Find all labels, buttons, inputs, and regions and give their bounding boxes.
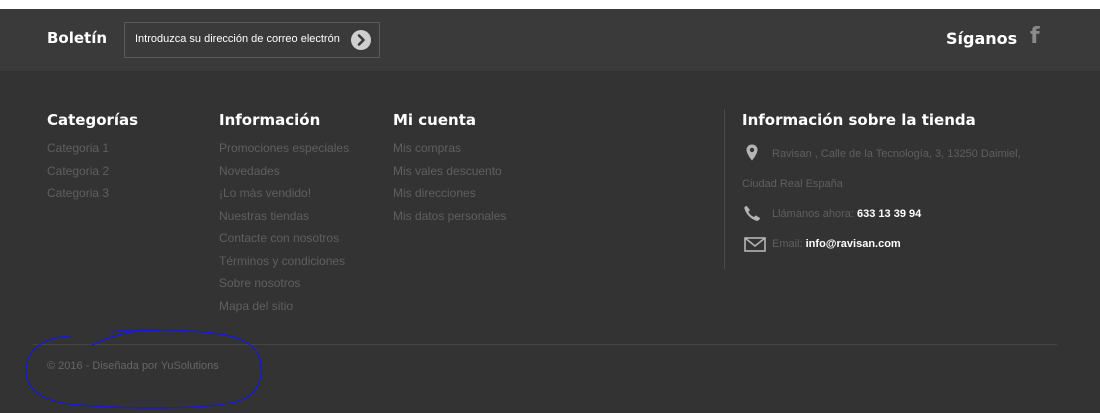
footer-link-categoria-3[interactable]: Categoria 3	[47, 182, 138, 205]
facebook-icon[interactable]: f	[1030, 25, 1040, 49]
information-column: Información Promociones especiales Noved…	[219, 111, 349, 317]
chevron-right-circle-icon	[357, 34, 365, 46]
top-strip	[0, 0, 1100, 9]
categories-column: Categorías Categoria 1 Categoria 2 Categ…	[47, 111, 138, 205]
footer-link-mas-vendido[interactable]: ¡Lo más vendido!	[219, 182, 349, 205]
footer-link-categoria-1[interactable]: Categoria 1	[47, 137, 138, 160]
store-info-heading: Información sobre la tienda	[742, 111, 976, 129]
account-list: Mis compras Mis vales descuento Mis dire…	[393, 137, 506, 227]
footer-link-mapa-sitio[interactable]: Mapa del sitio	[219, 295, 349, 318]
footer-link-mis-compras[interactable]: Mis compras	[393, 137, 506, 160]
footer-link-sobre-nosotros[interactable]: Sobre nosotros	[219, 272, 349, 295]
information-heading: Información	[219, 111, 321, 129]
categories-list: Categoria 1 Categoria 2 Categoria 3	[47, 137, 138, 205]
information-list: Promociones especiales Novedades ¡Lo más…	[219, 137, 349, 317]
store-email-label: Email:	[772, 238, 803, 250]
footer-link-vales[interactable]: Mis vales descuento	[393, 160, 506, 183]
store-address: Ravisan , Calle de la Tecnología, 3, 132…	[742, 139, 1072, 199]
footer-link-direcciones[interactable]: Mis direcciones	[393, 182, 506, 205]
store-email-address[interactable]: info@ravisan.com	[806, 238, 901, 250]
newsletter-input-text[interactable]: Introduzca su dirección de correo electr…	[135, 33, 340, 45]
newsletter-email-input[interactable]: Introduzca su dirección de correo electr…	[124, 22, 380, 58]
footer-link-contacto[interactable]: Contacte con nosotros	[219, 227, 349, 250]
footer-link-tiendas[interactable]: Nuestras tiendas	[219, 205, 349, 228]
newsletter-title: Boletín	[47, 29, 108, 47]
categories-heading: Categorías	[47, 111, 139, 129]
phone-icon	[744, 206, 760, 221]
newsletter-bar: Boletín Introduzca su dirección de corre…	[0, 9, 1100, 71]
account-column: Mi cuenta Mis compras Mis vales descuent…	[393, 111, 506, 227]
account-heading: Mi cuenta	[393, 111, 477, 129]
footer-link-datos-personales[interactable]: Mis datos personales	[393, 205, 506, 228]
footer-divider	[33, 344, 1057, 345]
store-address-line1: Ravisan , Calle de la Tecnología, 3, 132…	[772, 148, 1021, 160]
store-phone-number[interactable]: 633 13 39 94	[857, 208, 921, 220]
footer-link-terminos[interactable]: Términos y condiciones	[219, 250, 349, 273]
map-marker-icon	[746, 144, 758, 161]
footer-link-categoria-2[interactable]: Categoria 2	[47, 160, 138, 183]
store-address-line2: Ciudad Real España	[742, 178, 843, 190]
footer-main: Categorías Categoria 1 Categoria 2 Categ…	[0, 71, 1100, 413]
store-email: Email: info@ravisan.com	[742, 229, 1072, 259]
store-phone: Llámanos ahora: 633 13 39 94	[742, 199, 1072, 229]
store-info: Información sobre la tienda Ravisan , Ca…	[742, 111, 1072, 259]
newsletter-submit-button[interactable]	[351, 30, 371, 50]
follow-us-title: Síganos	[946, 29, 1018, 48]
footer-link-promociones[interactable]: Promociones especiales	[219, 137, 349, 160]
copyright-text: © 2016 - Diseñada por YuSolutions	[47, 360, 219, 372]
footer-link-novedades[interactable]: Novedades	[219, 160, 349, 183]
envelope-icon	[744, 237, 766, 252]
column-divider	[724, 109, 725, 269]
store-phone-label: Llámanos ahora:	[772, 208, 854, 220]
